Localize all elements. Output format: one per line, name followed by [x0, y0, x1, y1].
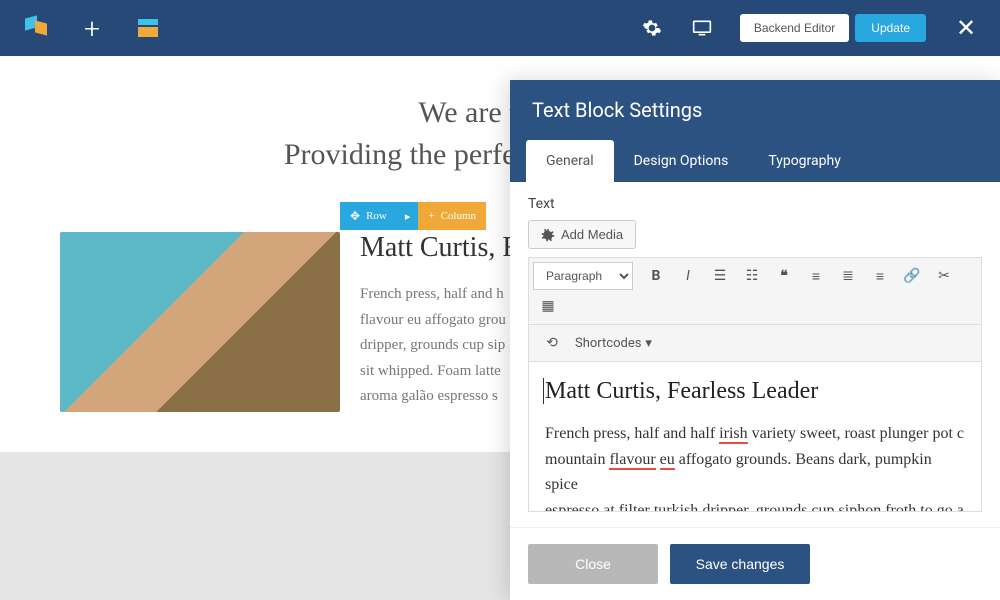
- templates-button[interactable]: [124, 0, 172, 56]
- bullet-list-button[interactable]: ☰: [705, 262, 735, 290]
- media-icon: [541, 228, 555, 242]
- toolbar-left: +: [12, 0, 172, 56]
- text-field-label: Text: [528, 196, 982, 212]
- modal-footer: Close Save changes: [510, 527, 1000, 600]
- editor-heading: Matt Curtis, Fearless Leader: [545, 378, 965, 405]
- close-button[interactable]: Close: [528, 544, 658, 584]
- editor-body: French press, half and half irish variet…: [545, 421, 965, 512]
- modal-body: Text Add Media Paragraph B I ☰ ☷ ❝ ≡ ≣ ≡…: [510, 182, 1000, 527]
- add-element-button[interactable]: +: [68, 0, 116, 56]
- backend-editor-button[interactable]: Backend Editor: [740, 14, 849, 42]
- numbered-list-button[interactable]: ☷: [737, 262, 767, 290]
- settings-button[interactable]: [630, 0, 674, 56]
- logo-button[interactable]: [12, 0, 60, 56]
- modal-tabs: General Design Options Typography: [510, 140, 1000, 182]
- more-button[interactable]: ▦: [533, 292, 563, 320]
- modal-header: Text Block Settings: [510, 80, 1000, 140]
- unlink-button[interactable]: ✂: [929, 262, 959, 290]
- chevron-down-icon: ▾: [645, 336, 652, 351]
- save-changes-button[interactable]: Save changes: [670, 544, 810, 584]
- italic-button[interactable]: I: [673, 262, 703, 290]
- column-control[interactable]: +Column: [418, 202, 486, 230]
- blockquote-button[interactable]: ❝: [769, 262, 799, 290]
- close-editor-button[interactable]: ✕: [944, 14, 988, 42]
- text-block-settings-modal: Text Block Settings General Design Optio…: [510, 80, 1000, 600]
- editor-content[interactable]: Matt Curtis, Fearless Leader French pres…: [528, 362, 982, 512]
- plus-small-icon: +: [428, 210, 434, 222]
- toolbar-right: Backend Editor Update ✕: [630, 0, 988, 56]
- shortcodes-dropdown[interactable]: Shortcodes ▾: [575, 336, 652, 351]
- editor-toolbar-row2: ⟲ Shortcodes ▾: [528, 325, 982, 362]
- editor-toolbar: Paragraph B I ☰ ☷ ❝ ≡ ≣ ≡ 🔗 ✂ ▦: [528, 257, 982, 325]
- close-icon: ✕: [956, 14, 976, 42]
- template-icon: [138, 19, 158, 37]
- tab-general[interactable]: General: [526, 140, 614, 182]
- modal-title: Text Block Settings: [532, 98, 978, 122]
- device-icon: [692, 19, 712, 37]
- tab-typography[interactable]: Typography: [748, 140, 860, 182]
- top-toolbar: + Backend Editor Update ✕: [0, 0, 1000, 56]
- plus-icon: +: [84, 12, 100, 45]
- logo-icon: [25, 17, 47, 39]
- tab-design-options[interactable]: Design Options: [614, 140, 749, 182]
- row-arrow[interactable]: ▸: [397, 202, 419, 230]
- gear-icon: [642, 18, 662, 38]
- bold-button[interactable]: B: [641, 262, 671, 290]
- align-left-button[interactable]: ≡: [801, 262, 831, 290]
- row-control[interactable]: ✥Row: [340, 202, 397, 230]
- align-right-button[interactable]: ≡: [865, 262, 895, 290]
- update-button[interactable]: Update: [855, 14, 926, 42]
- move-icon: ✥: [350, 209, 360, 224]
- row-controls: ✥Row ▸ +Column: [340, 202, 486, 230]
- align-center-button[interactable]: ≣: [833, 262, 863, 290]
- image-placeholder[interactable]: [60, 232, 340, 412]
- link-button[interactable]: 🔗: [897, 262, 927, 290]
- responsive-button[interactable]: [680, 0, 724, 56]
- format-select[interactable]: Paragraph: [533, 262, 633, 290]
- add-media-button[interactable]: Add Media: [528, 220, 636, 249]
- refresh-icon[interactable]: ⟲: [537, 329, 567, 357]
